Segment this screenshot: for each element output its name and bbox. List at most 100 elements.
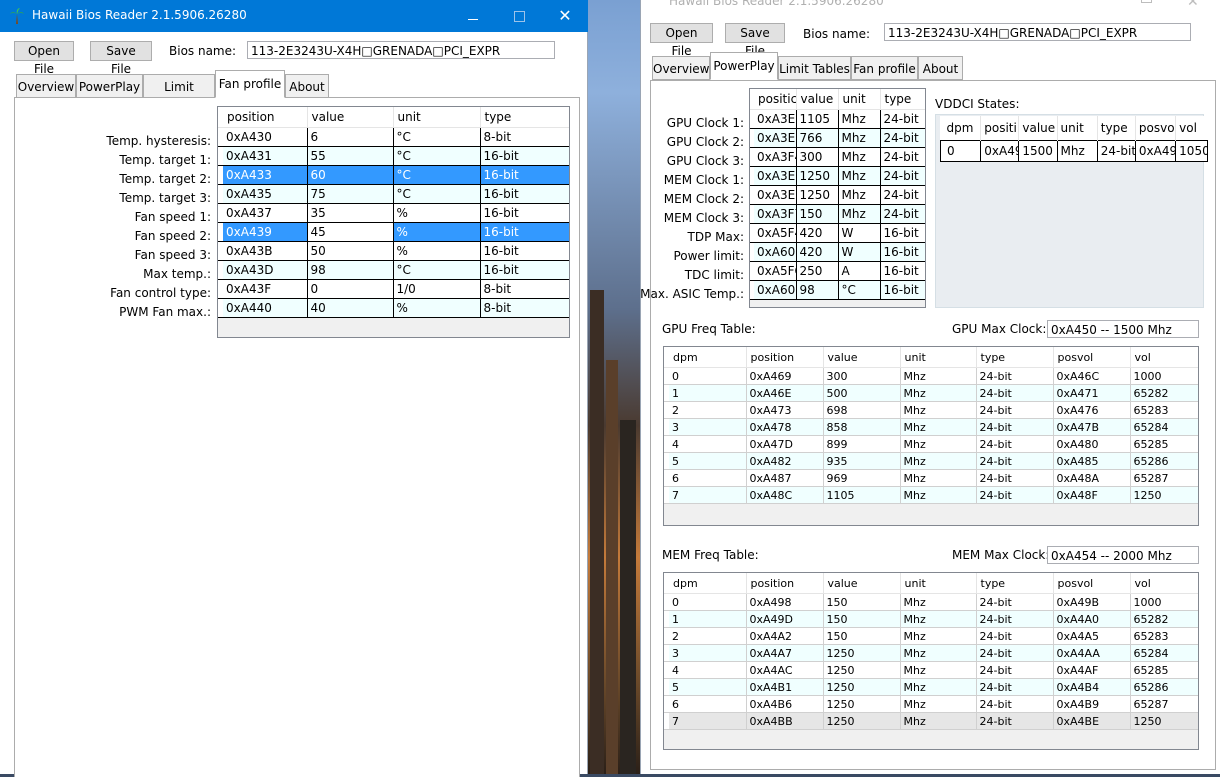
table-cell[interactable]: 858 <box>823 418 901 436</box>
table-cell[interactable]: 0xA606 <box>754 242 797 262</box>
column-header-type[interactable]: type <box>480 107 569 128</box>
column-header-value[interactable]: value <box>307 107 394 128</box>
table-cell[interactable]: Mhz <box>900 401 977 419</box>
table-cell[interactable]: 0 <box>669 367 747 385</box>
table-cell[interactable]: 0xA4B9 <box>1053 695 1131 713</box>
table-cell[interactable]: 0xA47D <box>746 435 824 453</box>
column-header-unit[interactable]: unit <box>838 89 881 110</box>
table-cell[interactable]: 0xA4AA <box>1053 644 1131 662</box>
table-cell[interactable]: 1250 <box>796 166 839 186</box>
table-cell[interactable]: 0xA471 <box>1053 384 1131 402</box>
table-cell[interactable]: 65284 <box>1130 644 1198 662</box>
table-cell[interactable]: 1 <box>669 610 747 628</box>
table-cell[interactable]: W <box>838 242 881 262</box>
table-cell[interactable]: 0xA4A2 <box>746 627 824 645</box>
table-cell[interactable]: 24-bit <box>1097 140 1136 162</box>
table-cell[interactable]: 0xA3F4 <box>754 147 797 167</box>
table-cell[interactable]: 24-bit <box>976 486 1054 504</box>
column-header-dpm[interactable]: dpm <box>940 116 982 141</box>
column-header-dpm[interactable]: dpm <box>669 347 747 368</box>
column-header-type[interactable]: type <box>880 89 925 110</box>
table-cell[interactable]: Mhz <box>900 678 977 696</box>
table-cell[interactable]: 0xA469 <box>746 367 824 385</box>
table-cell[interactable]: 2 <box>669 627 747 645</box>
table-cell[interactable]: 24-bit <box>880 128 925 148</box>
table-cell[interactable]: 0xA480 <box>1053 435 1131 453</box>
table-cell[interactable]: 0xA46C <box>1053 367 1131 385</box>
table-cell[interactable]: °C <box>393 184 481 204</box>
table-row[interactable]: 0 0xA469 300 Mhz 24-bit 0xA46C 1000 <box>664 367 1198 385</box>
table-row[interactable]: 0xA3E21105Mhz24-bit <box>750 109 925 129</box>
table-cell[interactable]: 16-bit <box>480 146 569 166</box>
table-cell[interactable]: 1250 <box>1130 712 1198 730</box>
column-header-vol[interactable]: vol <box>1176 116 1208 141</box>
table-cell[interactable]: 0xA3E8 <box>754 128 797 148</box>
table-cell[interactable]: 3 <box>669 644 747 662</box>
mem-freq-grid[interactable]: dpm position value unit type posvol vol … <box>663 572 1199 750</box>
title-bar[interactable]: Hawaii Bios Reader 2.1.5906.26280 ✕ <box>0 0 588 32</box>
table-cell[interactable]: 65285 <box>1130 435 1198 453</box>
table-cell[interactable]: 0xA49 <box>1135 140 1177 162</box>
table-cell[interactable]: 24-bit <box>880 109 925 129</box>
table-cell[interactable]: 0xA498 <box>746 593 824 611</box>
table-cell[interactable]: 24-bit <box>880 204 925 224</box>
tab-powerplay[interactable]: PowerPlay <box>76 74 143 98</box>
table-row[interactable]: 0xA5F4420W16-bit <box>750 223 925 243</box>
table-row[interactable]: 4 0xA4AC 1250 Mhz 24-bit 0xA4AF 65285 <box>664 661 1198 679</box>
table-cell[interactable]: 0xA48F <box>1053 486 1131 504</box>
table-row[interactable]: 0xA435 75 °C 16-bit <box>218 184 569 204</box>
tab-about[interactable]: About <box>285 74 329 98</box>
table-cell[interactable]: 0xA4B1 <box>746 678 824 696</box>
table-cell[interactable]: Mhz <box>900 418 977 436</box>
table-cell[interactable]: 24-bit <box>976 610 1054 628</box>
table-cell[interactable]: 16-bit <box>480 184 569 204</box>
open-file-button[interactable]: Open File <box>650 23 713 58</box>
table-cell[interactable]: °C <box>393 127 481 147</box>
table-cell[interactable]: 0xA439 <box>223 222 308 242</box>
table-row[interactable]: 0xA3F7150Mhz24-bit <box>750 204 925 224</box>
table-row[interactable]: 0xA3EB1250Mhz24-bit <box>750 185 925 205</box>
table-cell[interactable]: Mhz <box>900 712 977 730</box>
table-cell[interactable]: 24-bit <box>976 593 1054 611</box>
tab-overview[interactable]: Overview <box>652 56 710 80</box>
table-cell[interactable]: 1/0 <box>393 279 481 299</box>
table-cell[interactable]: 65285 <box>1130 661 1198 679</box>
table-cell[interactable]: 0xA431 <box>223 146 308 166</box>
column-header-position[interactable]: position <box>746 573 824 594</box>
table-row[interactable]: 0xA43D 98 °C 16-bit <box>218 260 569 280</box>
column-header-position[interactable]: position <box>223 107 308 128</box>
table-cell[interactable]: 0xA4A5 <box>1053 627 1131 645</box>
table-row[interactable]: 0xA430 6 °C 8-bit <box>218 127 569 147</box>
table-cell[interactable]: 0xA4B6 <box>746 695 824 713</box>
table-cell[interactable]: 0xA49B <box>1053 593 1131 611</box>
table-cell[interactable]: 3 <box>669 418 747 436</box>
table-row[interactable]: 0xA437 35% 16-bit <box>218 203 569 223</box>
table-cell[interactable]: 6 <box>669 469 747 487</box>
table-cell[interactable]: 0xA49D <box>746 610 824 628</box>
table-cell[interactable]: 24-bit <box>976 712 1054 730</box>
table-cell[interactable]: Mhz <box>900 644 977 662</box>
table-cell[interactable]: 60 <box>307 165 394 185</box>
column-header-position[interactable]: position <box>746 347 824 368</box>
table-row[interactable]: 0xA606420W16-bit <box>750 242 925 262</box>
table-cell[interactable]: 8-bit <box>480 279 569 299</box>
table-cell[interactable]: 1000 <box>1130 593 1198 611</box>
table-row[interactable]: 0xA60898°C16-bit <box>750 280 925 300</box>
table-cell[interactable]: 1250 <box>823 644 901 662</box>
table-row[interactable]: 6 0xA4B6 1250 Mhz 24-bit 0xA4B9 65287 <box>664 695 1198 713</box>
table-cell[interactable]: 250 <box>796 261 839 281</box>
table-cell[interactable]: 0xA476 <box>1053 401 1131 419</box>
powerplay-grid[interactable]: positic value unit type 0xA3E21105Mhz24-… <box>749 88 926 308</box>
table-row[interactable]: 5 0xA482 935 Mhz 24-bit 0xA485 65286 <box>664 452 1198 470</box>
bios-reader-window-powerplay[interactable]: Hawaii Bios Reader 2.1.5906.26280 ✕ Open… <box>640 0 1220 774</box>
table-cell[interactable]: Mhz <box>900 593 977 611</box>
table-cell[interactable]: % <box>393 203 481 223</box>
maximize-icon[interactable] <box>1141 0 1152 3</box>
table-cell[interactable]: Mhz <box>900 695 977 713</box>
table-row[interactable]: 0xA3E51250Mhz24-bit <box>750 166 925 186</box>
table-cell[interactable]: 16-bit <box>880 223 925 243</box>
table-cell[interactable]: 24-bit <box>976 401 1054 419</box>
table-cell[interactable]: 0xA43F <box>223 279 308 299</box>
table-cell[interactable]: 1250 <box>823 712 901 730</box>
table-cell[interactable]: 65283 <box>1130 401 1198 419</box>
